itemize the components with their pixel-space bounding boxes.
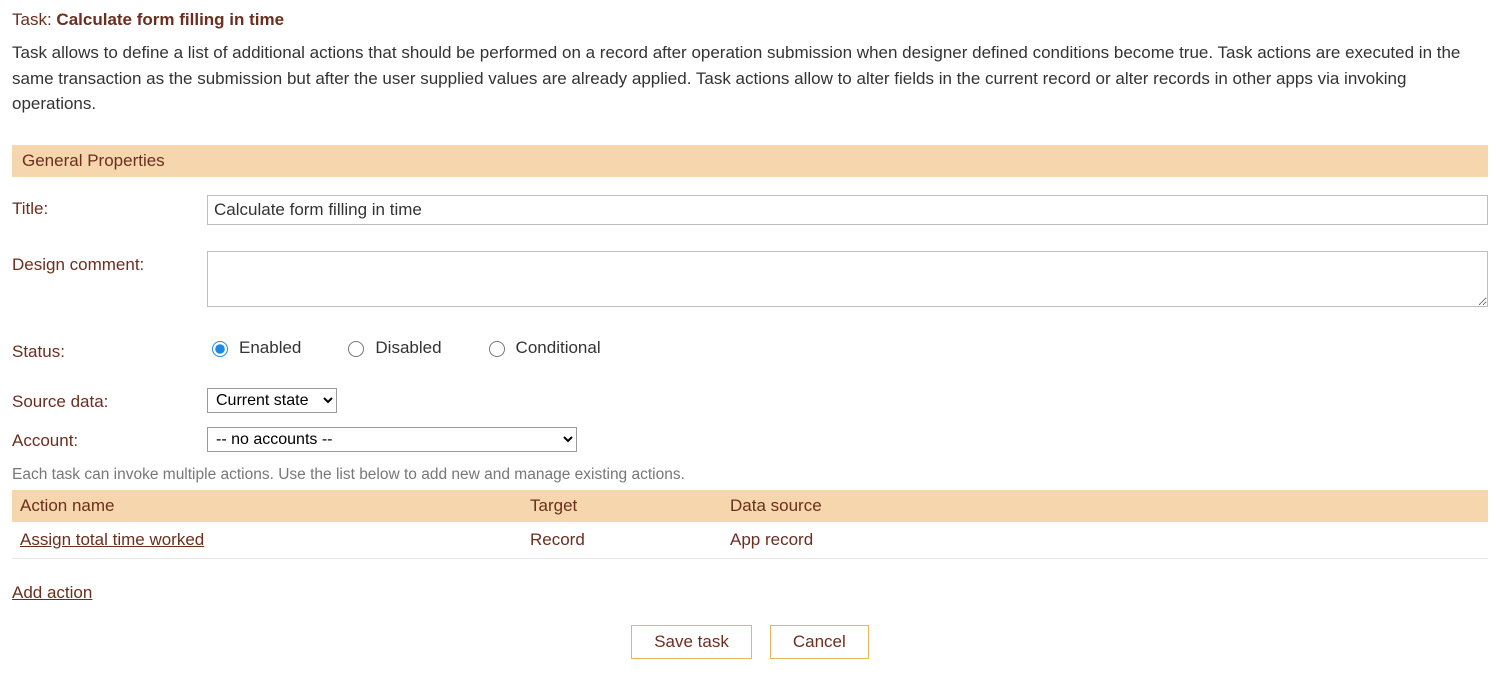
label-source-data: Source data: — [12, 388, 207, 412]
action-source-cell: App record — [730, 530, 1480, 550]
action-target-cell: Record — [530, 530, 730, 550]
actions-table: Action name Target Data source Assign to… — [12, 490, 1488, 559]
source-data-select[interactable]: Current state — [207, 388, 337, 413]
col-header-data-source: Data source — [730, 496, 1480, 516]
task-header-prefix: Task: — [12, 10, 52, 29]
label-status: Status: — [12, 338, 207, 362]
button-bar: Save task Cancel — [12, 625, 1488, 659]
col-header-target: Target — [530, 496, 730, 516]
status-disabled-label: Disabled — [375, 338, 441, 358]
task-header-name: Calculate form filling in time — [56, 10, 284, 29]
status-enabled-radio[interactable] — [212, 341, 228, 357]
table-row: Assign total time worked Record App reco… — [12, 522, 1488, 559]
status-disabled-option[interactable]: Disabled — [343, 338, 441, 358]
actions-table-header: Action name Target Data source — [12, 490, 1488, 522]
status-enabled-label: Enabled — [239, 338, 301, 358]
account-select[interactable]: -- no accounts -- — [207, 427, 577, 452]
save-task-button[interactable]: Save task — [631, 625, 752, 659]
add-action-link[interactable]: Add action — [12, 583, 92, 602]
action-name-link[interactable]: Assign total time worked — [20, 530, 204, 549]
col-header-action-name: Action name — [20, 496, 530, 516]
section-general-properties: General Properties — [12, 145, 1488, 177]
label-title: Title: — [12, 195, 207, 219]
design-comment-textarea[interactable] — [207, 251, 1488, 307]
actions-helper-text: Each task can invoke multiple actions. U… — [12, 466, 1488, 484]
title-input[interactable] — [207, 195, 1488, 225]
status-radio-group: Enabled Disabled Conditional — [207, 338, 1488, 358]
cancel-button[interactable]: Cancel — [770, 625, 869, 659]
status-conditional-option[interactable]: Conditional — [484, 338, 601, 358]
label-account: Account: — [12, 427, 207, 451]
status-conditional-radio[interactable] — [489, 341, 505, 357]
task-header: Task: Calculate form filling in time — [12, 10, 1488, 30]
label-design-comment: Design comment: — [12, 251, 207, 275]
task-description: Task allows to define a list of addition… — [12, 40, 1488, 117]
status-disabled-radio[interactable] — [348, 341, 364, 357]
status-enabled-option[interactable]: Enabled — [207, 338, 301, 358]
status-conditional-label: Conditional — [516, 338, 601, 358]
